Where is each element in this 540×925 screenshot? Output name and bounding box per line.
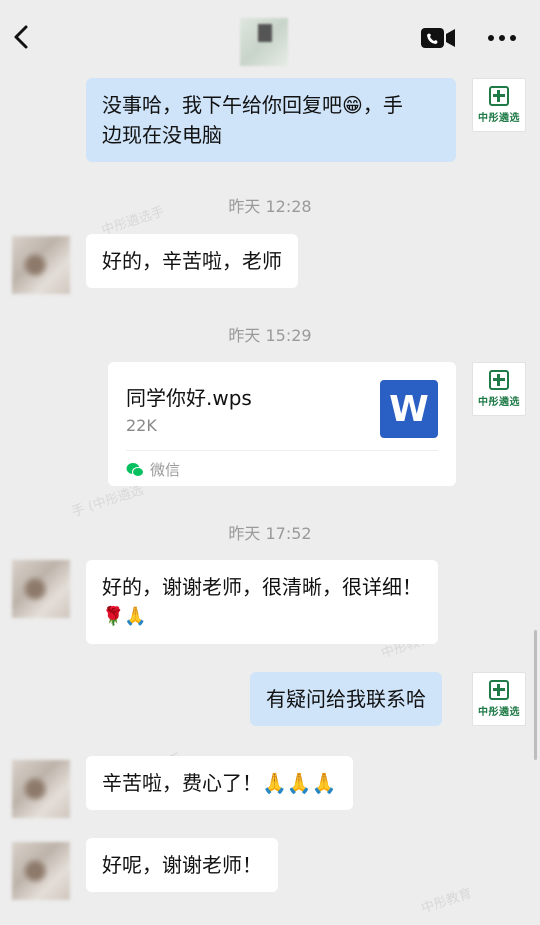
message-text: 边现在没电脑: [102, 123, 222, 147]
video-call-icon[interactable]: [420, 26, 456, 50]
brand-logo-icon: [489, 370, 509, 390]
message-bubble-outgoing[interactable]: 没事哈，我下午给你回复吧😁，手 边现在没电脑: [86, 78, 456, 162]
timestamp: 昨天 17:52: [228, 524, 312, 543]
avatar-contact[interactable]: [12, 760, 70, 818]
file-name: 同学你好.wps: [126, 386, 252, 410]
file-size: 22K: [126, 416, 157, 435]
message-bubble-incoming[interactable]: 好的，辛苦啦，老师: [86, 234, 298, 288]
message-text: 好呢，谢谢老师！: [102, 853, 262, 877]
message-text: 辛苦啦，费心了！🙏🙏🙏: [102, 771, 337, 795]
avatar-contact[interactable]: [12, 560, 70, 618]
avatar-self[interactable]: 中彤遴选: [472, 362, 526, 416]
timestamp: 昨天 15:29: [228, 326, 312, 345]
message-text: 有疑问给我联系哈: [266, 687, 426, 711]
message-text: 没事哈，我下午给你回复吧😁，手: [102, 93, 403, 117]
message-emoji: 🌹🙏: [102, 606, 147, 627]
avatar-contact[interactable]: [12, 842, 70, 900]
watermark: 中彤教育: [419, 886, 474, 917]
brand-logo-text: 中彤遴选: [478, 113, 520, 124]
file-source: 微信: [126, 459, 180, 480]
avatar-contact[interactable]: [12, 236, 70, 294]
message-bubble-outgoing[interactable]: 有疑问给我联系哈: [250, 672, 442, 726]
avatar-self[interactable]: 中彤遴选: [472, 672, 526, 726]
brand-logo-text: 中彤遴选: [478, 397, 520, 408]
brand-logo-text: 中彤遴选: [478, 707, 520, 718]
avatar-self[interactable]: 中彤遴选: [472, 78, 526, 132]
more-icon[interactable]: [486, 30, 518, 46]
chat-header: [0, 0, 540, 72]
file-message-card[interactable]: 同学你好.wps 22K W 微信: [108, 362, 456, 486]
wps-document-icon: W: [380, 380, 438, 438]
chat-title-avatar: [240, 18, 288, 66]
back-arrow-icon[interactable]: [8, 22, 36, 52]
scrollbar[interactable]: [534, 630, 537, 760]
brand-logo-icon: [489, 680, 509, 700]
timestamp: 昨天 12:28: [228, 197, 312, 216]
message-bubble-incoming[interactable]: 好的，谢谢老师，很清晰，很详细！ 🌹🙏: [86, 560, 438, 644]
brand-logo-icon: [489, 86, 509, 106]
wechat-icon: [126, 462, 144, 477]
divider: [126, 450, 438, 451]
message-text: 好的，谢谢老师，很清晰，很详细！: [102, 575, 422, 599]
message-text: 好的，辛苦啦，老师: [102, 249, 282, 273]
message-bubble-incoming[interactable]: 辛苦啦，费心了！🙏🙏🙏: [86, 756, 353, 810]
file-source-label: 微信: [150, 461, 181, 479]
message-bubble-incoming[interactable]: 好呢，谢谢老师！: [86, 838, 278, 892]
